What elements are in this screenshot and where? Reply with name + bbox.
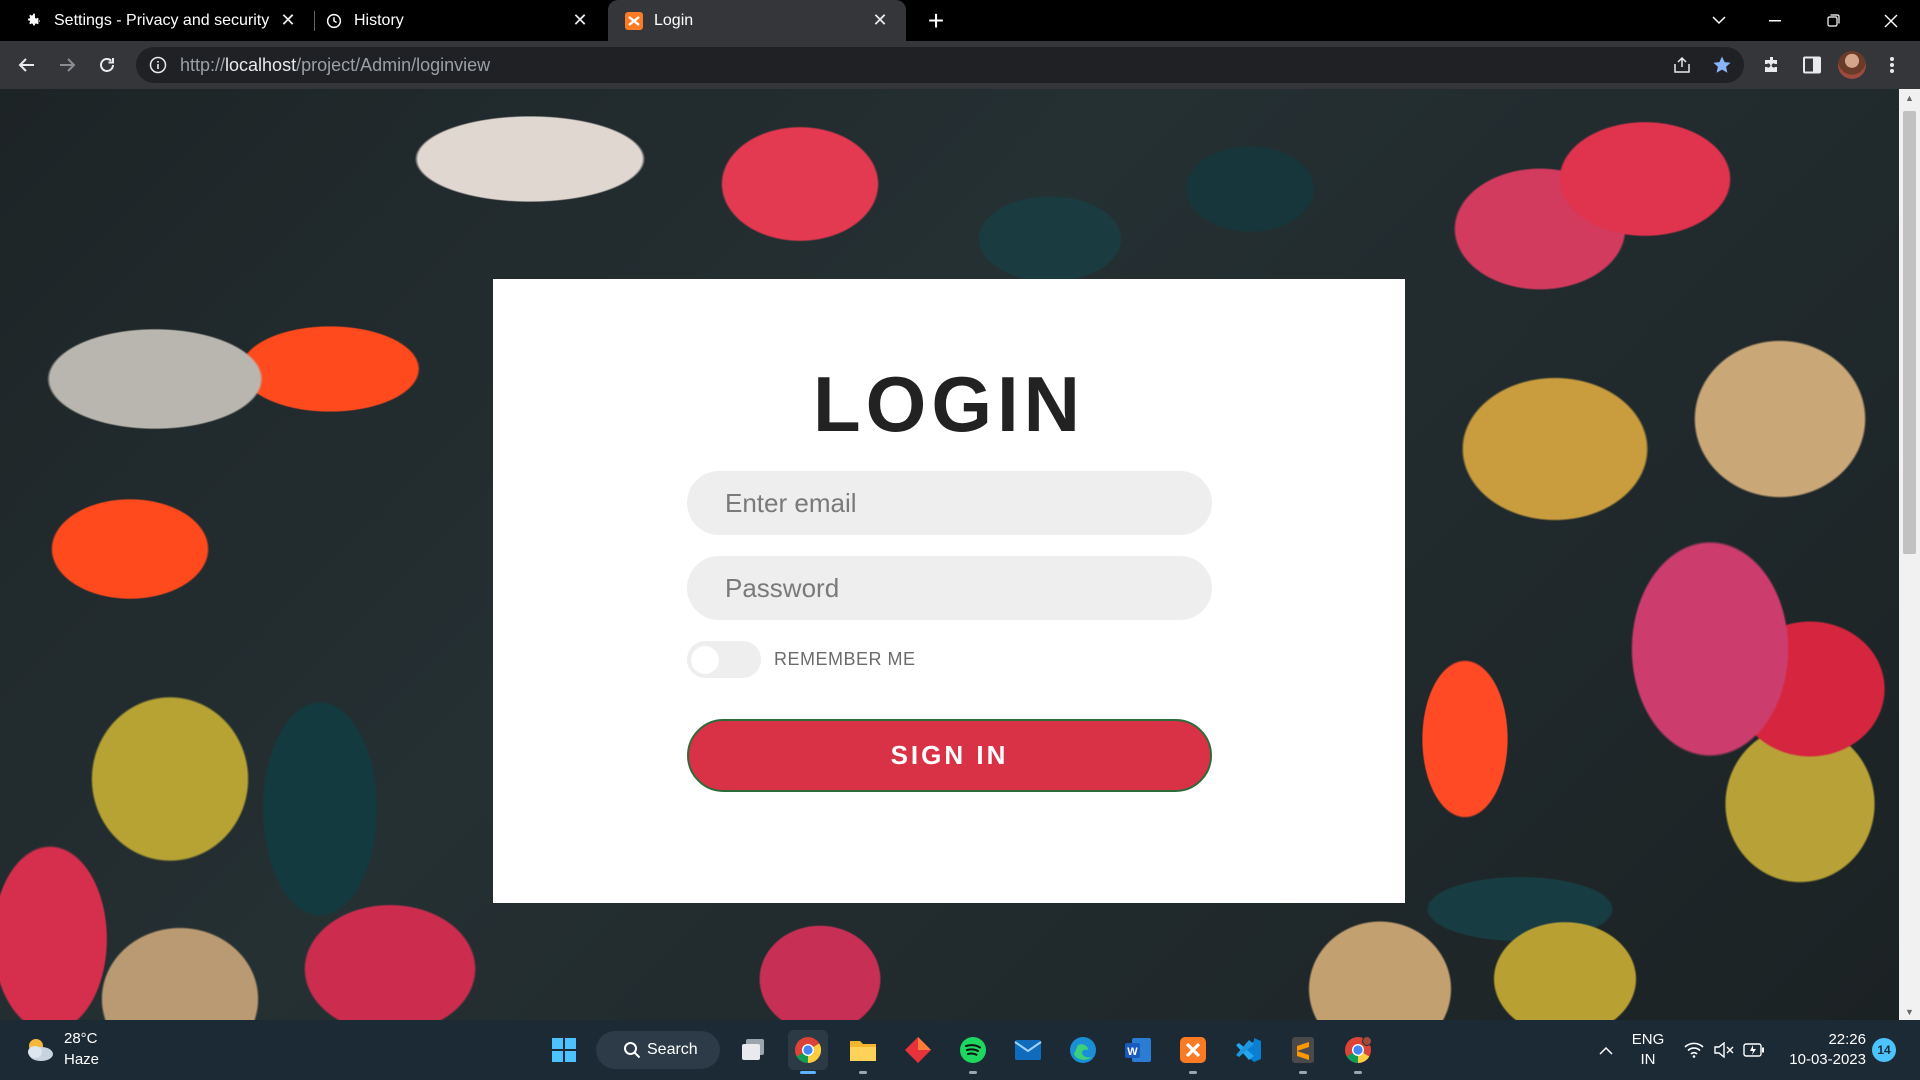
- sign-in-button[interactable]: SIGN IN: [687, 719, 1212, 792]
- tab-history[interactable]: History ✕: [300, 0, 606, 41]
- sublime-icon[interactable]: [1283, 1030, 1323, 1074]
- tab-strip: Settings - Privacy and security ✕ Histor…: [0, 0, 1920, 41]
- scroll-up-icon[interactable]: ▲: [1899, 89, 1920, 106]
- clock-date: 10-03-2023: [1789, 1051, 1866, 1068]
- minimize-button[interactable]: [1746, 0, 1804, 41]
- weather-condition: Haze: [64, 1051, 100, 1068]
- running-indicator: [1299, 1071, 1307, 1074]
- close-icon[interactable]: ✕: [868, 9, 892, 33]
- tab-settings[interactable]: Settings - Privacy and security ✕: [0, 0, 314, 41]
- login-heading: LOGIN: [813, 360, 1085, 448]
- page-scrollbar[interactable]: ▲ ▼: [1899, 89, 1920, 1020]
- site-info-icon[interactable]: [148, 55, 168, 75]
- system-clock[interactable]: 22:26 10-03-2023: [1766, 1030, 1866, 1070]
- tab-title: Login: [654, 11, 694, 29]
- spotify-icon[interactable]: [953, 1030, 993, 1074]
- forward-button[interactable]: [51, 49, 83, 81]
- url-text: http://localhost/project/Admin/loginview: [180, 55, 490, 76]
- tab-search-button[interactable]: [1690, 0, 1748, 41]
- windows-taskbar: 28°C Haze Search W ENG IN 22:26 10-03-20…: [0, 1020, 1920, 1080]
- running-indicator: [969, 1071, 977, 1074]
- word-icon[interactable]: W: [1118, 1030, 1158, 1070]
- password-input[interactable]: [687, 556, 1212, 620]
- taskbar-search[interactable]: Search: [596, 1031, 720, 1069]
- svg-text:W: W: [1127, 1046, 1138, 1058]
- weather-temperature: 28°C: [64, 1030, 98, 1047]
- history-icon: [324, 11, 344, 31]
- xampp-icon[interactable]: [1173, 1030, 1213, 1074]
- edge-icon[interactable]: [1063, 1030, 1103, 1070]
- windows-start-icon[interactable]: [544, 1030, 584, 1070]
- window-close-button[interactable]: [1862, 0, 1920, 41]
- url-path: /project/Admin/loginview: [296, 54, 491, 75]
- running-indicator: [859, 1071, 867, 1074]
- remember-me-label: REMEMBER ME: [774, 649, 916, 669]
- url-host: localhost: [225, 54, 297, 75]
- login-card: LOGIN REMEMBER ME SIGN IN: [493, 279, 1405, 903]
- file-explorer-icon[interactable]: [843, 1030, 883, 1074]
- search-icon: [623, 1041, 641, 1059]
- chevron-up-icon[interactable]: [1592, 1020, 1620, 1080]
- clock-time: 22:26: [1828, 1031, 1866, 1048]
- url-scheme: http://: [180, 54, 226, 75]
- notification-badge[interactable]: 14: [1872, 1038, 1896, 1062]
- battery-charging-icon[interactable]: [1742, 1020, 1766, 1080]
- share-icon[interactable]: [1672, 55, 1692, 75]
- back-button[interactable]: [11, 49, 43, 81]
- extensions-icon[interactable]: [1756, 49, 1788, 81]
- email-input[interactable]: [687, 471, 1212, 535]
- xampp-icon: [624, 11, 644, 31]
- running-indicator: [800, 1071, 816, 1074]
- remember-me-toggle[interactable]: [687, 641, 761, 678]
- task-view-icon[interactable]: [733, 1030, 773, 1070]
- new-tab-button[interactable]: +: [922, 5, 950, 36]
- volume-muted-icon[interactable]: [1712, 1020, 1736, 1080]
- tab-login[interactable]: Login ✕: [608, 0, 906, 41]
- chrome-icon[interactable]: [788, 1030, 828, 1074]
- wifi-icon[interactable]: [1682, 1020, 1706, 1080]
- address-bar[interactable]: http://localhost/project/Admin/loginview: [136, 47, 1744, 83]
- chrome-profile-icon[interactable]: [1338, 1030, 1378, 1074]
- close-icon[interactable]: ✕: [276, 9, 300, 33]
- menu-kebab-icon[interactable]: [1876, 49, 1908, 81]
- toggle-knob: [691, 646, 719, 674]
- region-code: IN: [1640, 1051, 1656, 1068]
- bookmark-star-icon[interactable]: [1712, 55, 1732, 75]
- vscode-icon[interactable]: [1228, 1030, 1268, 1070]
- language-code: ENG: [1631, 1031, 1665, 1048]
- page-background-pills: LOGIN REMEMBER ME SIGN IN: [0, 89, 1899, 1020]
- app-diamond-icon[interactable]: [898, 1030, 938, 1070]
- search-label: Search: [647, 1041, 698, 1058]
- tab-title: Settings - Privacy and security: [54, 11, 270, 29]
- running-indicator: [1354, 1071, 1362, 1074]
- mail-icon[interactable]: [1008, 1030, 1048, 1070]
- profile-avatar[interactable]: [1838, 51, 1866, 79]
- close-icon[interactable]: ✕: [568, 9, 592, 33]
- browser-toolbar: http://localhost/project/Admin/loginview: [0, 41, 1920, 89]
- scroll-down-icon[interactable]: ▼: [1899, 1003, 1920, 1020]
- scrollbar-thumb[interactable]: [1903, 111, 1916, 554]
- language-indicator[interactable]: ENG IN: [1628, 1030, 1668, 1070]
- weather-haze-icon[interactable]: [22, 1032, 58, 1068]
- reload-button[interactable]: [91, 49, 123, 81]
- running-indicator: [1189, 1071, 1197, 1074]
- side-panel-icon[interactable]: [1796, 49, 1828, 81]
- gear-icon: [24, 11, 44, 31]
- restore-button[interactable]: [1804, 0, 1862, 41]
- tab-title: History: [354, 11, 404, 29]
